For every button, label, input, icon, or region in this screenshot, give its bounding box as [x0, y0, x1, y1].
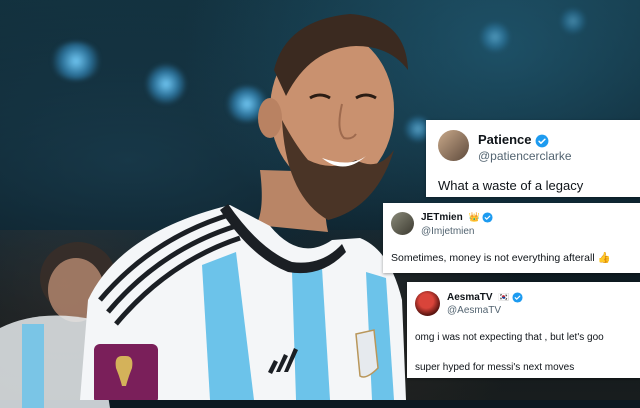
tweet-author-name[interactable]: Patience — [478, 132, 549, 148]
stadium-light — [480, 22, 510, 52]
tweet-card[interactable]: JETmien 👑 @Imjetmien Sometimes, money is… — [383, 203, 640, 273]
korea-flag-icon: 🇰🇷 — [498, 292, 510, 302]
tweet-text: omg i was not expecting that , but let's… — [415, 332, 604, 343]
profile-photo-icon[interactable] — [391, 212, 414, 235]
tweet-author-name[interactable]: JETmien 👑 — [421, 212, 494, 224]
author-handle[interactable]: @AesmaTV — [447, 305, 501, 316]
tweet-text: Sometimes, money is not everything after… — [391, 252, 611, 264]
verified-badge-icon — [482, 212, 494, 223]
stadium-light — [560, 8, 586, 34]
tweet-card[interactable]: Patience @patiencerclarke What a waste o… — [426, 120, 640, 197]
tweet-text: What a waste of a legacy — [438, 178, 584, 193]
author-name: Patience — [478, 132, 532, 147]
tweet-card[interactable]: AesmaTV 🇰🇷 @AesmaTV omg i was not expect… — [407, 282, 640, 378]
tweet-text: super hyped for messi's next moves — [415, 362, 575, 373]
author-handle[interactable]: @patiencerclarke — [478, 149, 572, 163]
author-name: AesmaTV — [447, 292, 493, 304]
profile-photo-icon[interactable] — [415, 291, 440, 316]
verified-badge-icon — [535, 134, 549, 147]
author-handle[interactable]: @Imjetmien — [421, 226, 475, 237]
verified-badge-icon — [512, 292, 523, 303]
profile-photo-icon[interactable] — [438, 130, 469, 161]
author-name: JETmien — [421, 212, 463, 224]
tweet-author-name[interactable]: AesmaTV 🇰🇷 — [447, 292, 523, 303]
crown-emoji-icon: 👑 — [468, 212, 480, 222]
